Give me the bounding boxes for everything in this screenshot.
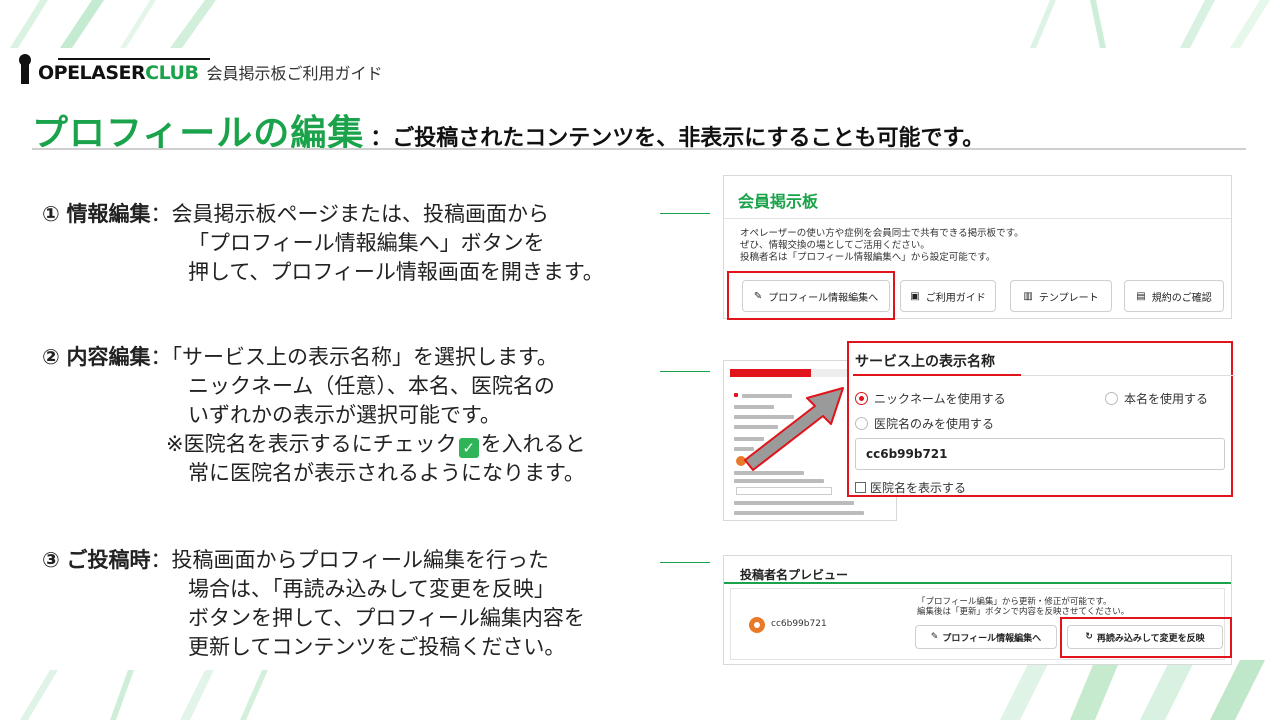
radio-label: 本名を使用する <box>1124 392 1209 406</box>
logo-subtitle: 会員掲示板ご利用ガイド <box>206 64 383 83</box>
step-text: ：「サービス上の表示名称」を選択します。 <box>150 345 558 369</box>
profile-edit-button[interactable]: ✎ プロフィール情報編集へ <box>915 625 1057 649</box>
book-icon: ▥ <box>1023 290 1033 302</box>
author-name: cc6b99b721 <box>771 619 827 629</box>
step-text: ニックネーム（任意）、本名、医院名の <box>188 374 555 398</box>
avatar <box>749 617 765 633</box>
step-text: 更新してコンテンツをご投稿ください。 <box>188 635 566 659</box>
step-number: ③ <box>42 548 60 572</box>
connector-line <box>660 371 710 372</box>
guide-icon: ▣ <box>910 290 920 302</box>
terms-button[interactable]: ▤ 規約のご確認 <box>1124 280 1224 312</box>
connector-line <box>660 562 710 563</box>
radio-selected-icon <box>855 392 868 405</box>
radio-nickname[interactable]: ニックネームを使用する <box>855 390 1006 407</box>
step-text: ：投稿画面からプロフィール編集を行った <box>150 548 550 572</box>
desc-line: 編集後は「更新」ボタンで内容を反映させてください。 <box>917 607 1130 617</box>
desc-line: オペレーザーの使い方や症例を会員同士で共有できる掲示板です。 <box>740 228 1024 239</box>
decor-stripes <box>1000 660 1265 720</box>
desc-line: ぜひ、情報交換の場としてご活用ください。 <box>740 240 930 251</box>
nickname-input[interactable]: cc6b99b721 <box>855 438 1225 470</box>
preview-description: 「プロフィール編集」から更新・修正が可能です。 編集後は「更新」ボタンで内容を反… <box>917 597 1129 617</box>
show-clinic-checkbox[interactable]: 医院名を表示する <box>855 479 966 496</box>
step-text: ※医院名を表示するにチェック <box>166 432 457 456</box>
connector-line <box>660 213 710 214</box>
button-label: 規約のご確認 <box>1151 292 1212 304</box>
step-text: 場合は、「再読み込みして変更を反映」 <box>188 577 555 601</box>
pointer-arrow-icon <box>744 387 844 471</box>
radio-icon <box>855 417 868 430</box>
keyhole-icon <box>19 54 31 84</box>
radio-label: ニックネームを使用する <box>874 392 1006 406</box>
step-heading: 内容編集 <box>66 345 151 369</box>
step-3: ③ ご投稿時：投稿画面からプロフィール編集を行った 場合は、「再読み込みして変更… <box>42 546 585 662</box>
decor-stripes <box>10 0 216 48</box>
document-icon: ▤ <box>1136 290 1146 302</box>
step-text: ボタンを押して、プロフィール編集内容を <box>188 606 585 630</box>
title-underline <box>853 374 1021 376</box>
step-text: ：会員掲示板ページまたは、投稿画面から <box>150 202 550 226</box>
step-heading: ご投稿時 <box>66 548 151 572</box>
template-button[interactable]: ▥ テンプレート <box>1010 280 1112 312</box>
step-text: 「プロフィール情報編集へ」ボタンを <box>188 231 545 255</box>
button-label: ご利用ガイド <box>925 292 986 304</box>
button-label: プロフィール情報編集へ <box>942 633 1042 644</box>
button-label: テンプレート <box>1038 292 1099 304</box>
usage-guide-button[interactable]: ▣ ご利用ガイド <box>900 280 996 312</box>
decor-stripes <box>20 670 268 720</box>
step-heading: 情報編集 <box>66 202 151 226</box>
radio-real-name[interactable]: 本名を使用する <box>1105 390 1208 407</box>
board-description: オペレーザーの使い方や症例を会員同士で共有できる掲示板です。 ぜひ、情報交換の場… <box>740 228 1024 264</box>
desc-line: 「プロフィール編集」から更新・修正が可能です。 <box>917 597 1112 607</box>
step-2: ② 内容編集：「サービス上の表示名称」を選択します。 ニックネーム（任意）、本名… <box>42 343 586 488</box>
display-name-title: サービス上の表示名称 <box>855 354 995 370</box>
radio-clinic-name[interactable]: 医院名のみを使用する <box>855 415 994 432</box>
board-title: 会員掲示板 <box>738 192 819 211</box>
radio-icon <box>1105 392 1118 405</box>
divider <box>724 218 1231 219</box>
step-text: いずれかの表示が選択可能です。 <box>188 403 501 427</box>
step-text: を入れると <box>480 432 586 456</box>
preview-title: 投稿者名プレビュー <box>740 568 849 582</box>
highlight-box <box>727 271 895 320</box>
step-number: ① <box>42 202 60 226</box>
divider <box>724 582 1231 584</box>
desc-line: 投稿者名は「プロフィール情報編集へ」から設定可能です。 <box>740 252 996 263</box>
display-name-panel: サービス上の表示名称 ニックネームを使用する 本名を使用する 医院名のみを使用す… <box>847 341 1235 497</box>
checkbox-label: 医院名を表示する <box>870 481 967 495</box>
radio-label: 医院名のみを使用する <box>874 417 995 431</box>
step-text: 押して、プロフィール情報画面を開きます。 <box>188 260 604 284</box>
brand-logo: OPELASERCLUB 会員掲示板ご利用ガイド <box>18 50 382 88</box>
step-1: ① 情報編集：会員掲示板ページまたは、投稿画面から 「プロフィール情報編集へ」ボ… <box>42 200 604 287</box>
checkbox-icon <box>855 482 866 493</box>
step-text: 常に医院名が表示されるようになります。 <box>188 461 585 485</box>
pencil-icon: ✎ <box>930 632 939 642</box>
checkmark-icon: ✓ <box>458 438 479 458</box>
title-divider <box>32 148 1246 150</box>
decor-stripes <box>1030 0 1270 48</box>
highlight-box <box>1060 617 1232 658</box>
logo-underline <box>58 58 210 60</box>
step-number: ② <box>42 345 60 369</box>
